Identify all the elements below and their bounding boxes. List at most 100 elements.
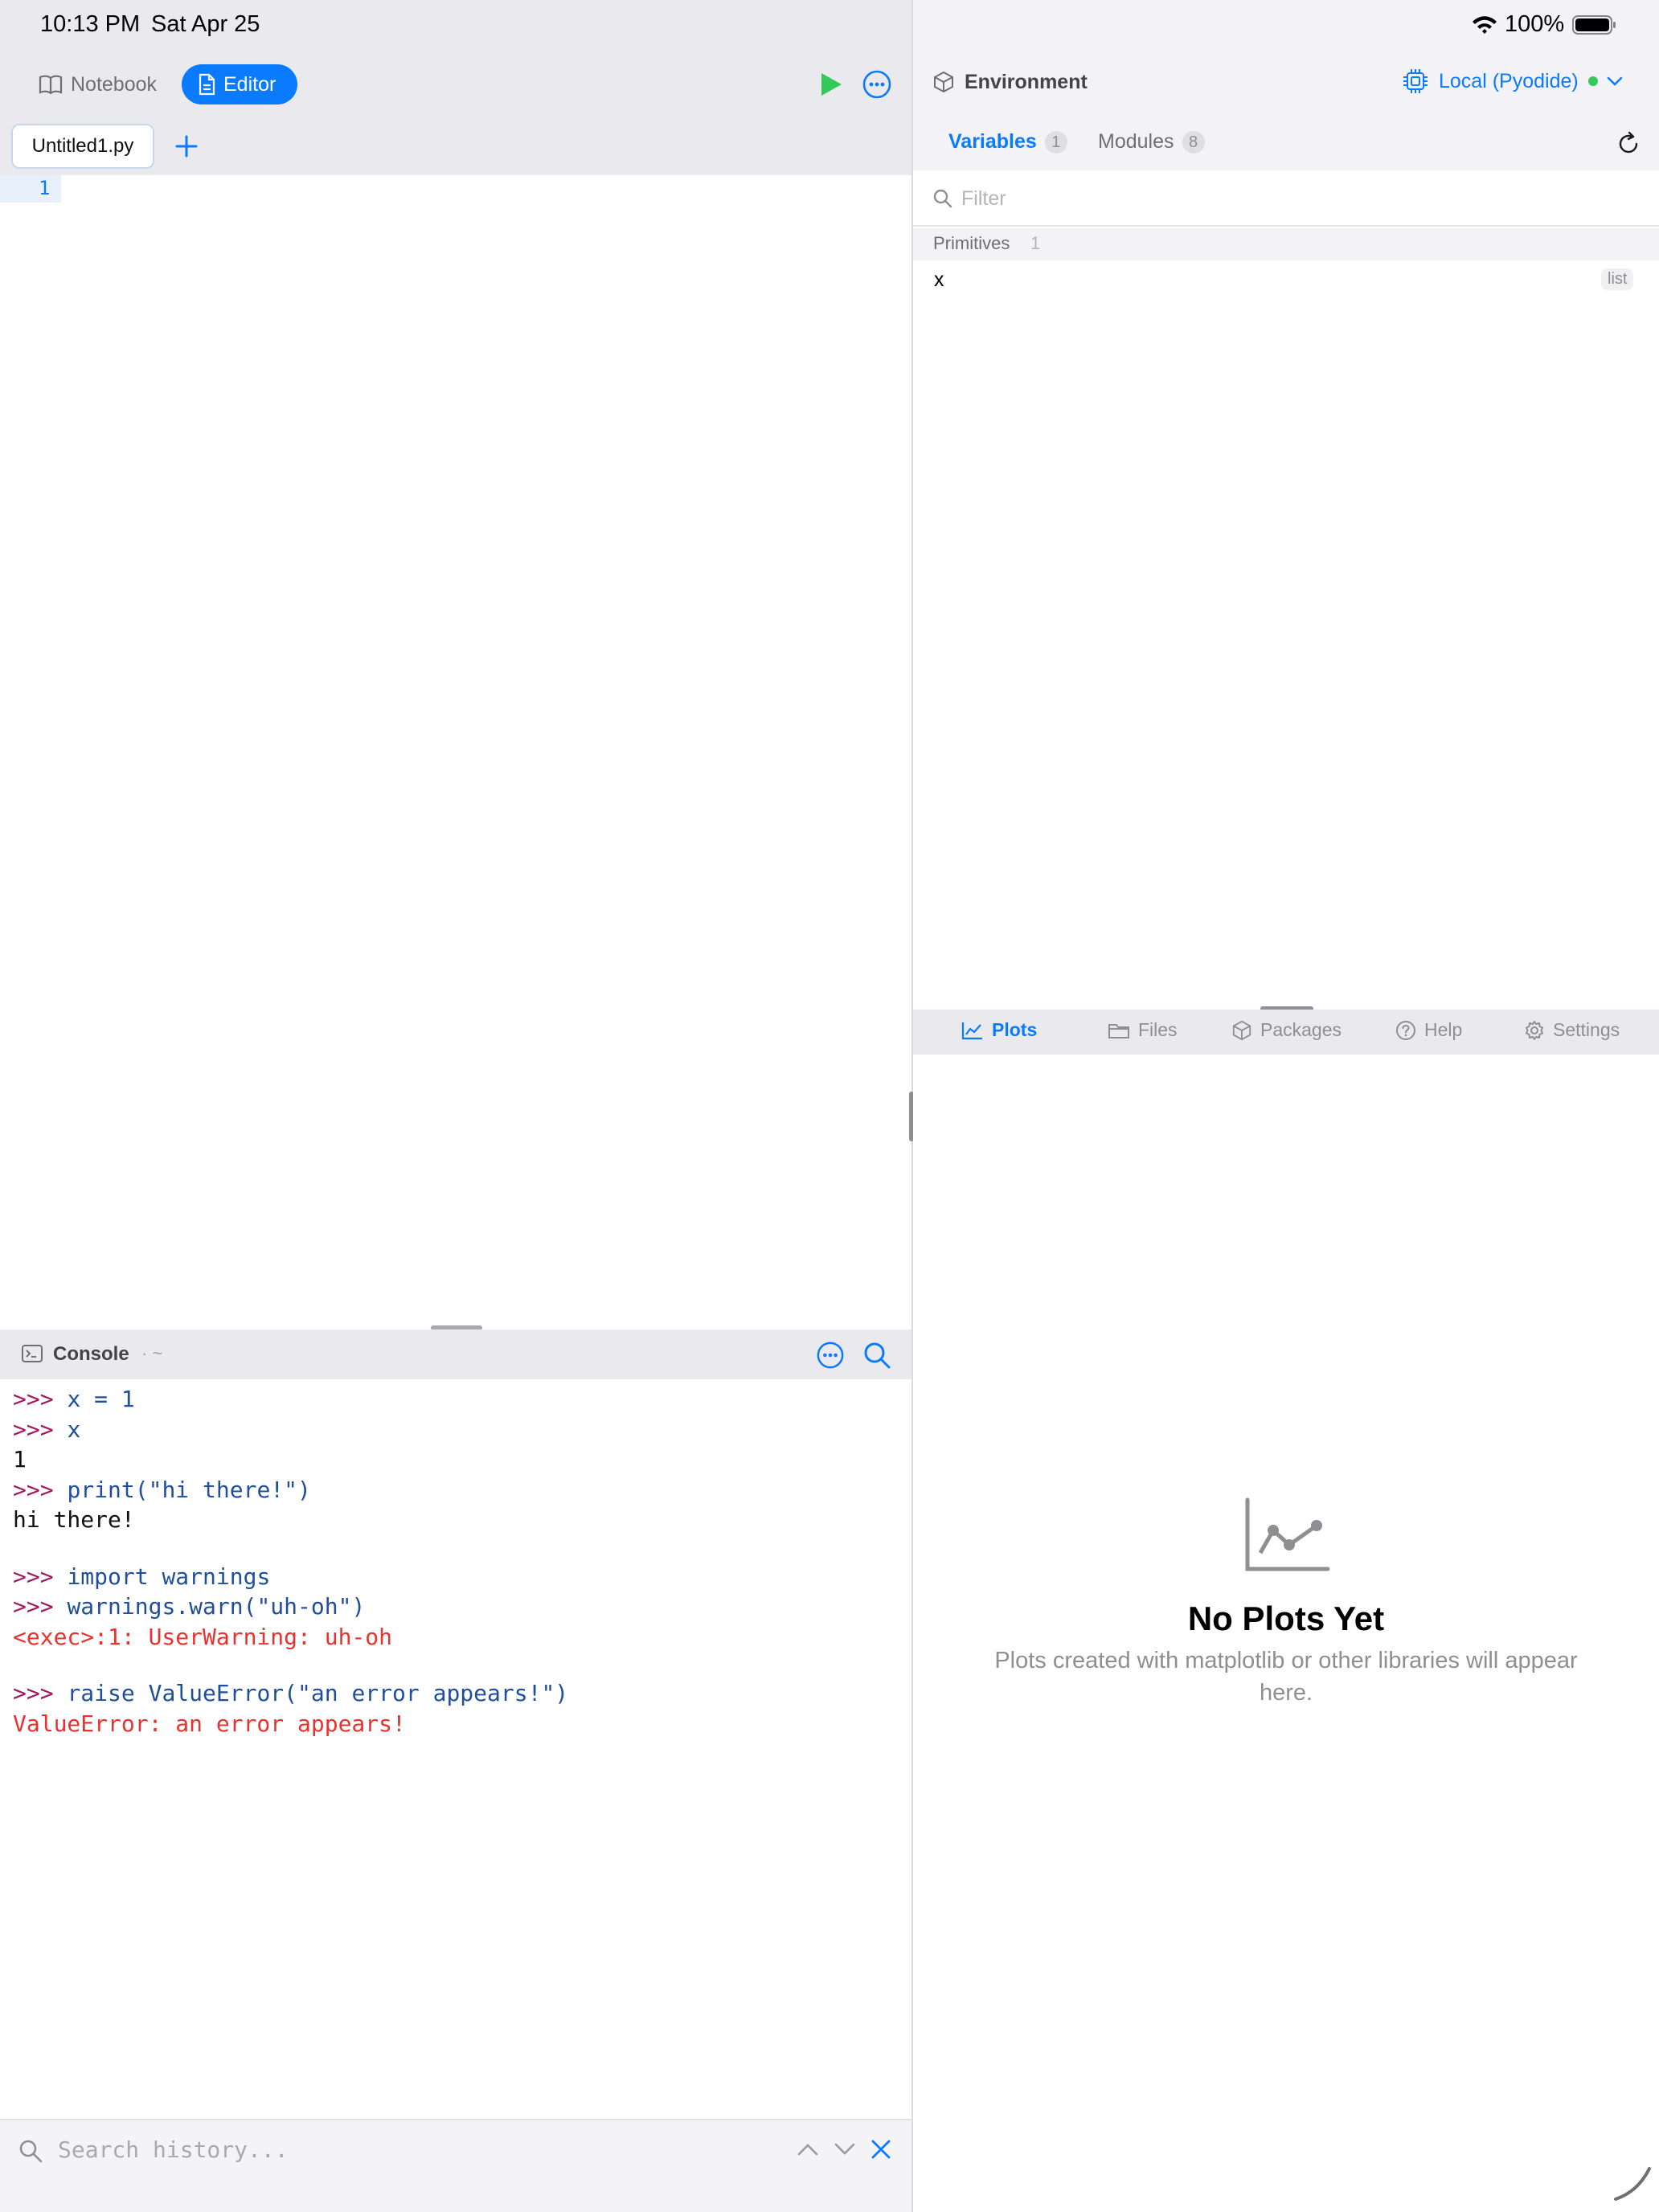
cpu-chip-icon: [1403, 69, 1428, 93]
status-time: 10:13 PM: [40, 11, 141, 37]
status-date: Sat Apr 25: [151, 11, 260, 37]
modules-count-badge: 8: [1182, 130, 1205, 154]
help-icon: [1396, 1020, 1415, 1040]
console-line: <exec>:1: UserWarning: uh-oh: [13, 1622, 897, 1653]
variable-row[interactable]: [913, 260, 1659, 301]
console-line: 1: [13, 1444, 897, 1475]
tab-files[interactable]: Files: [1108, 1019, 1178, 1041]
tab-files-label: Files: [1138, 1019, 1178, 1040]
console-line: hi there!: [13, 1505, 897, 1535]
package-icon: [1232, 1020, 1251, 1040]
primitives-group-header[interactable]: [913, 228, 1659, 260]
environment-title: Environment: [965, 71, 1088, 93]
run-play-icon[interactable]: [815, 69, 846, 100]
close-icon[interactable]: [870, 2138, 892, 2161]
console-error-text: ValueError: an error appears!: [13, 1710, 406, 1737]
variables-count-badge: 1: [1044, 130, 1067, 154]
code-editor[interactable]: [0, 175, 911, 1326]
chevron-down-icon: [1607, 76, 1622, 86]
notebook-segment-label: Notebook: [71, 72, 158, 96]
tab-help-label: Help: [1424, 1019, 1463, 1040]
console-search-icon[interactable]: [862, 1341, 891, 1370]
tab-settings[interactable]: Settings: [1524, 1019, 1620, 1041]
console-line: >>> warnings.warn("uh-oh"): [13, 1591, 897, 1622]
search-icon: [933, 189, 952, 208]
book-icon: [39, 75, 63, 95]
wifi-icon: [1473, 15, 1497, 34]
line-chart-icon: [961, 1022, 982, 1039]
console-path: · ~: [141, 1343, 163, 1363]
tab-variables[interactable]: Variables 1: [948, 130, 1067, 154]
console-line: >>> raise ValueError("an error appears!"…: [13, 1678, 897, 1709]
tab-packages-label: Packages: [1260, 1019, 1342, 1040]
file-tab-untitled1[interactable]: Untitled1.py: [11, 124, 154, 169]
document-icon: [199, 73, 215, 96]
tab-packages[interactable]: Packages: [1231, 1019, 1342, 1041]
runtime-label: Local (Pyodide): [1439, 69, 1579, 92]
terminal-icon: [22, 1345, 43, 1362]
more-options-icon[interactable]: [862, 69, 892, 100]
console-input-text: raise ValueError("an error appears!"): [67, 1680, 569, 1706]
group-count: 1: [1030, 233, 1041, 253]
history-search-bar: [0, 2119, 911, 2212]
battery-percent: 100%: [1505, 11, 1565, 37]
console-output-text: 1: [13, 1446, 27, 1473]
console-output-text: hi there!: [13, 1506, 135, 1533]
notebook-segment-button[interactable]: Notebook: [29, 64, 170, 104]
tab-plots-label: Plots: [992, 1019, 1038, 1040]
resize-corner-icon[interactable]: [1608, 2161, 1653, 2206]
tab-help[interactable]: Help: [1395, 1019, 1462, 1041]
tab-plots[interactable]: Plots: [961, 1019, 1037, 1041]
variables-filter-input[interactable]: [961, 183, 1604, 214]
console-input-text: x = 1: [67, 1386, 135, 1412]
console-line: ValueError: an error appears!: [13, 1709, 897, 1739]
variable-name: x: [934, 268, 944, 291]
console-prompt: >>>: [13, 1680, 68, 1706]
tab-modules-label: Modules: [1098, 130, 1174, 153]
console-more-icon[interactable]: [816, 1341, 845, 1370]
console-line: >>> print("hi there!"): [13, 1475, 897, 1505]
tab-modules[interactable]: Modules 8: [1098, 130, 1205, 154]
tab-variables-label: Variables: [948, 130, 1037, 153]
runtime-status-dot: [1587, 76, 1598, 86]
editor-segment-button[interactable]: Editor: [182, 64, 297, 104]
console-prompt: >>>: [13, 1593, 68, 1620]
group-label: Primitives: [933, 233, 1010, 253]
console-title: Console: [53, 1343, 129, 1365]
console-prompt: >>>: [13, 1476, 68, 1503]
tab-settings-label: Settings: [1553, 1019, 1620, 1040]
refresh-icon[interactable]: [1616, 130, 1641, 156]
runtime-selector[interactable]: Local (Pyodide): [1402, 68, 1624, 95]
folder-icon: [1108, 1023, 1129, 1038]
console-output[interactable]: >>> x = 1 >>> x 1 >>> print("hi there!") hi …: [13, 1384, 897, 1739]
variable-type-badge: list: [1601, 268, 1634, 290]
line-number: 1: [39, 177, 51, 199]
status-indicators: 100%: [1471, 11, 1617, 38]
console-prompt: >>>: [13, 1386, 68, 1412]
console-input-text: print("hi there!"): [67, 1476, 311, 1503]
add-tab-plus-icon[interactable]: [170, 130, 203, 162]
chevron-up-icon[interactable]: [796, 2140, 820, 2159]
editor-segment-label: Editor: [223, 72, 276, 96]
console-prompt: >>>: [13, 1563, 68, 1590]
console-input-text: x: [67, 1415, 81, 1443]
console-prompt: >>>: [13, 1415, 68, 1443]
console-line: >>> x: [13, 1415, 897, 1445]
console-line: >>> import warnings: [13, 1562, 897, 1592]
console-input-text: warnings.warn("uh-oh"): [67, 1593, 366, 1620]
console-header: [0, 1329, 911, 1379]
file-tab-label: Untitled1.py: [31, 135, 134, 157]
active-line-gutter: [0, 175, 61, 203]
history-search-input[interactable]: [58, 2135, 749, 2164]
battery-icon: [1572, 14, 1616, 35]
empty-chart-icon: [1245, 1497, 1329, 1571]
console-line: >>> x = 1: [13, 1384, 897, 1415]
cube-icon: [934, 71, 953, 93]
empty-state-title: No Plots Yet: [1187, 1600, 1385, 1637]
gear-icon: [1526, 1020, 1543, 1040]
console-input-text: import warnings: [67, 1563, 271, 1590]
console-error-text: <exec>:1: UserWarning: uh-oh: [13, 1623, 393, 1650]
chevron-down-icon[interactable]: [833, 2140, 857, 2159]
empty-state-description: Plots created with matplotlib or other l…: [994, 1648, 1578, 1706]
search-icon: [19, 2140, 43, 2163]
